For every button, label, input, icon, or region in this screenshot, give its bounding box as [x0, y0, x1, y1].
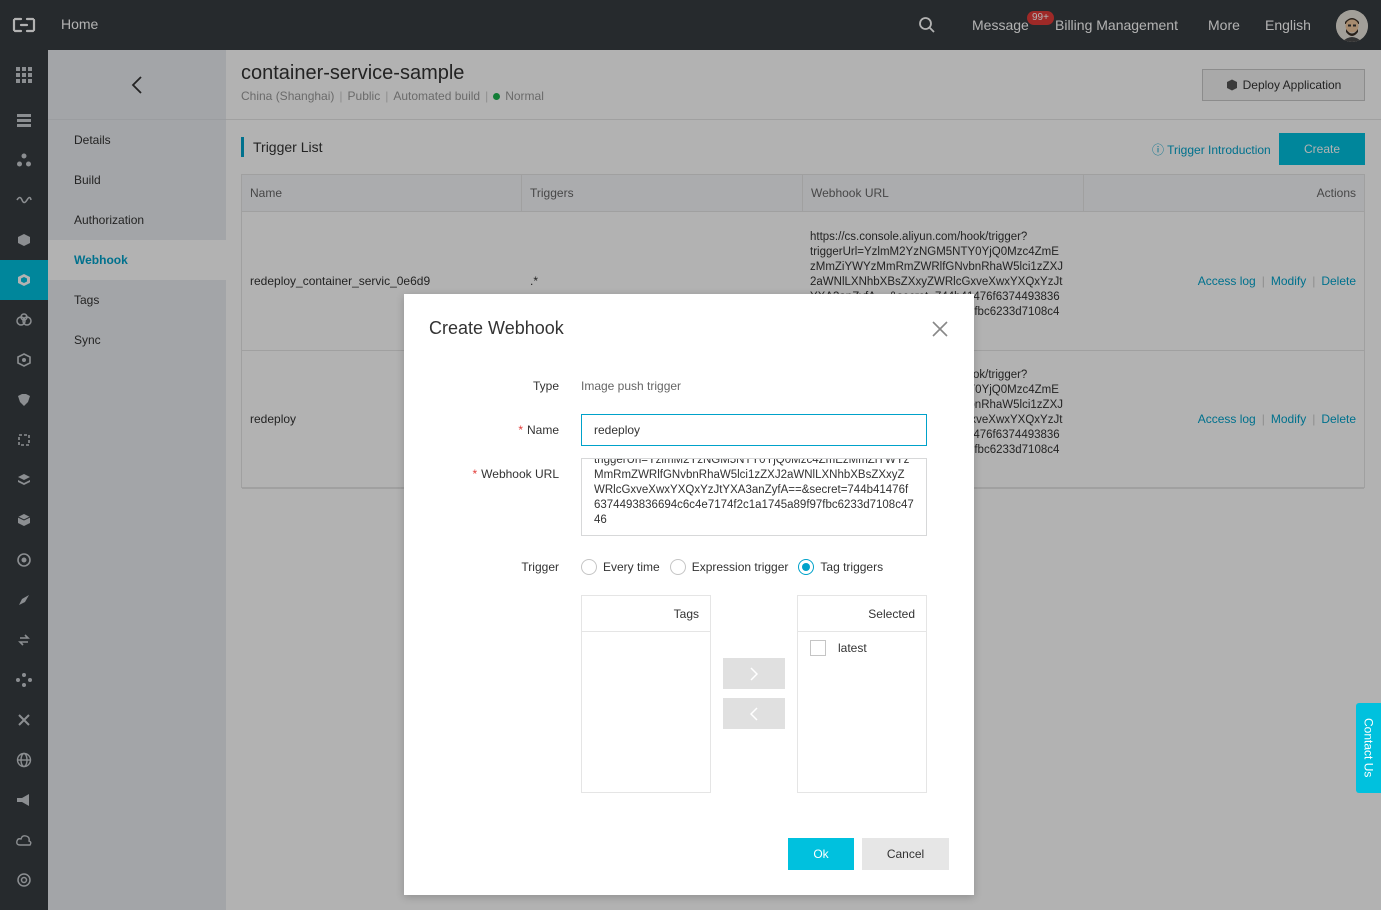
list-item[interactable]: latest — [798, 640, 926, 656]
chevron-right-icon — [750, 666, 758, 681]
tag-label: latest — [838, 641, 867, 655]
webhook-url-label-text: Webhook URL — [481, 467, 559, 481]
radio-circle-icon — [581, 559, 597, 575]
ok-button[interactable]: Ok — [788, 838, 854, 870]
webhook-url-textarea[interactable]: triggerUrl=YzlmM2YzNGM5NTY0YjQ0Mzc4ZmEzM… — [581, 458, 927, 536]
trigger-label: Trigger — [521, 560, 559, 574]
radio-every-time[interactable]: Every time — [581, 559, 660, 575]
cancel-button[interactable]: Cancel — [862, 838, 949, 870]
webhook-url-text: triggerUrl=YzlmM2YzNGM5NTY0YjQ0Mzc4ZmEzM… — [594, 458, 914, 526]
radio-tag-triggers[interactable]: Tag triggers — [798, 559, 883, 575]
radio-label: Tag triggers — [820, 560, 884, 574]
name-input[interactable]: redeploy — [581, 414, 927, 446]
tags-list-header: Tags — [582, 596, 710, 632]
webhook-url-label: * Webhook URL — [473, 467, 560, 481]
type-label: Type — [532, 379, 559, 393]
close-icon[interactable] — [931, 320, 949, 338]
radio-label: Every time — [603, 560, 660, 574]
tags-selected-list: Selected latest — [797, 595, 927, 793]
chevron-left-icon — [750, 706, 758, 721]
name-label-text: Name — [526, 423, 559, 437]
selected-list-header: Selected — [798, 596, 926, 632]
move-right-button[interactable] — [723, 658, 785, 689]
create-webhook-dialog: Create Webhook Type Image push trigger *… — [404, 294, 974, 895]
checkbox[interactable] — [810, 640, 826, 656]
dialog-title: Create Webhook — [429, 318, 564, 338]
tags-source-list: Tags — [581, 595, 711, 793]
required-marker: * — [472, 467, 478, 481]
name-label: * Name — [518, 423, 559, 437]
required-marker: * — [518, 423, 523, 437]
radio-expression-trigger[interactable]: Expression trigger — [669, 559, 789, 575]
radio-label: Expression trigger — [691, 560, 789, 574]
contact-us-tab[interactable]: Contact Us — [1356, 703, 1381, 793]
trigger-radio-group: Every time Expression trigger Tag trigge… — [581, 559, 893, 575]
radio-circle-icon — [669, 559, 686, 575]
move-left-button[interactable] — [723, 698, 785, 729]
type-value: Image push trigger — [581, 379, 682, 393]
radio-checked-icon — [798, 559, 815, 575]
